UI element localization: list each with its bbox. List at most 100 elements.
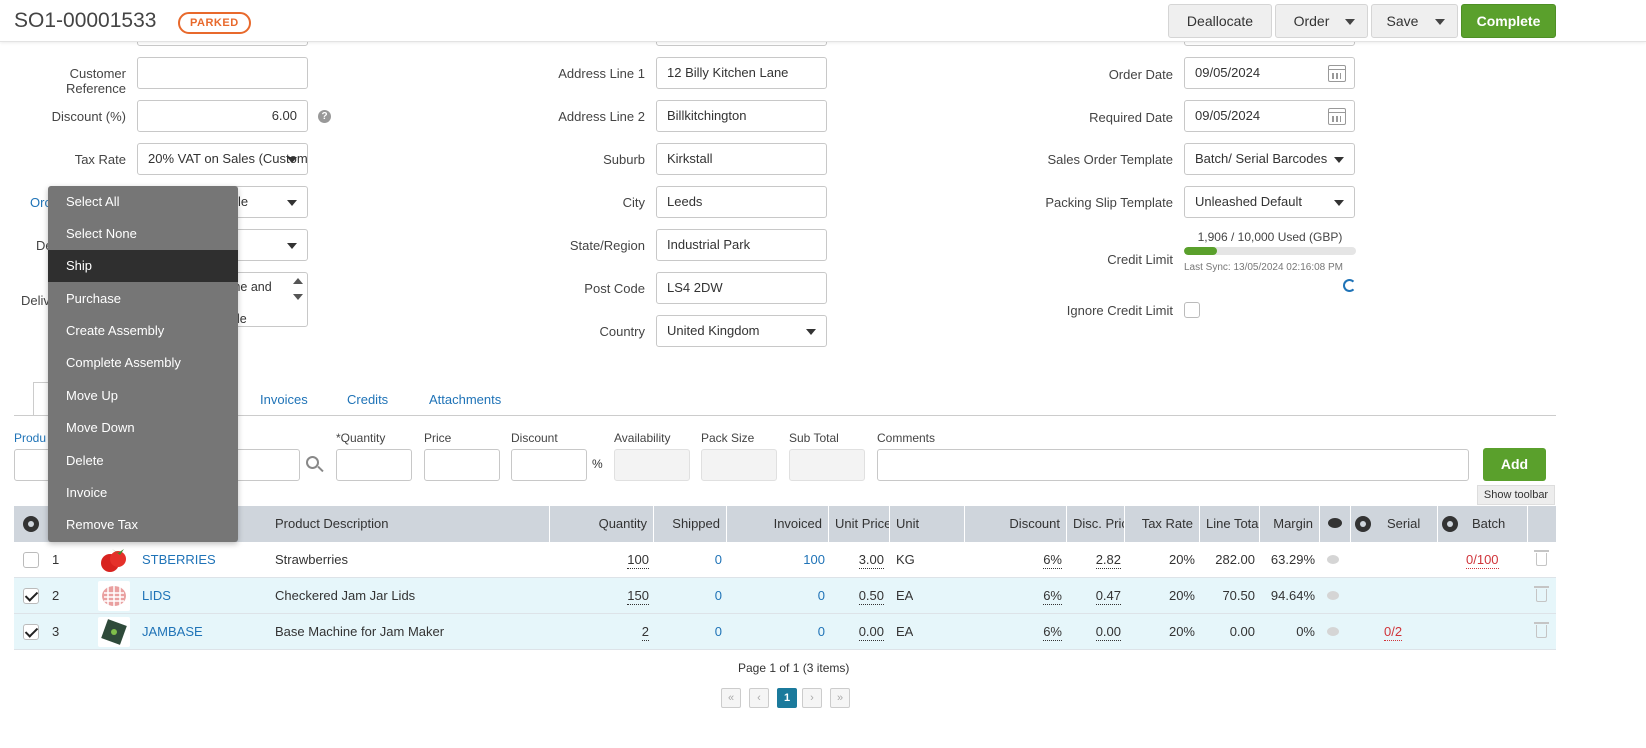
- trash-icon[interactable]: [1534, 586, 1549, 602]
- customer-reference-input[interactable]: [137, 57, 308, 89]
- disc-price-value[interactable]: 0.47: [1067, 578, 1121, 614]
- product-label[interactable]: Produ: [14, 431, 46, 445]
- comments-input[interactable]: [877, 449, 1469, 481]
- col-unit-price[interactable]: Unit Price: [829, 506, 890, 542]
- post-code-input[interactable]: LS4 2DW: [656, 272, 827, 304]
- trash-icon[interactable]: [1534, 622, 1549, 638]
- col-disc-price[interactable]: Disc. Price: [1067, 506, 1125, 542]
- quantity-input[interactable]: [336, 449, 412, 481]
- invoiced-value[interactable]: 0: [727, 578, 825, 614]
- product-code-link[interactable]: STBERRIES: [142, 542, 216, 578]
- table-row[interactable]: 2 LIDS Checkered Jam Jar Lids 150 0 0 0.…: [14, 578, 1556, 614]
- col-line-total[interactable]: Line Total: [1200, 506, 1260, 542]
- pager-last-button[interactable]: »: [830, 688, 850, 708]
- state-region-input[interactable]: Industrial Park: [656, 229, 827, 261]
- menu-item-select-none[interactable]: Select None: [48, 218, 238, 250]
- comment-icon[interactable]: [1327, 591, 1339, 600]
- price-input[interactable]: [424, 449, 500, 481]
- menu-item-delete[interactable]: Delete: [48, 445, 238, 477]
- col-margin[interactable]: Margin: [1260, 506, 1320, 542]
- batch-value[interactable]: 0/100: [1466, 542, 1499, 578]
- col-batch[interactable]: Batch: [1438, 506, 1528, 542]
- calendar-icon[interactable]: [1328, 65, 1346, 82]
- save-button[interactable]: Save: [1371, 4, 1458, 38]
- scroll-up-icon[interactable]: [293, 278, 303, 284]
- unit-price-value[interactable]: 0.50: [829, 578, 884, 614]
- sales-order-template-select[interactable]: Batch/ Serial Barcodes: [1184, 143, 1355, 175]
- city-input[interactable]: Leeds: [656, 186, 827, 218]
- active-tab-edge[interactable]: [33, 382, 49, 416]
- trash-icon[interactable]: [1534, 550, 1549, 566]
- comment-icon[interactable]: [1327, 627, 1339, 636]
- menu-item-create-assembly[interactable]: Create Assembly: [48, 315, 238, 347]
- col-quantity[interactable]: Quantity: [550, 506, 654, 542]
- order-date-input[interactable]: 09/05/2024: [1184, 57, 1355, 89]
- disc-price-value[interactable]: 2.82: [1067, 542, 1121, 578]
- pager-current-page[interactable]: 1: [777, 688, 797, 708]
- discount-line-input[interactable]: [511, 449, 587, 481]
- country-select[interactable]: United Kingdom: [656, 315, 827, 347]
- product-code-link[interactable]: JAMBASE: [142, 614, 203, 650]
- quantity-value[interactable]: 100: [550, 542, 649, 578]
- address-line-2-input[interactable]: Billkitchington: [656, 100, 827, 132]
- suburb-input[interactable]: Kirkstall: [656, 143, 827, 175]
- col-tax-rate[interactable]: Tax Rate: [1125, 506, 1200, 542]
- help-icon[interactable]: ?: [318, 110, 331, 123]
- order-button[interactable]: Order: [1275, 4, 1368, 38]
- col-invoiced[interactable]: Invoiced: [727, 506, 829, 542]
- quantity-value[interactable]: 150: [550, 578, 649, 614]
- col-description[interactable]: Product Description: [269, 506, 550, 542]
- menu-item-move-down[interactable]: Move Down: [48, 412, 238, 444]
- col-serial[interactable]: Serial: [1351, 506, 1438, 542]
- tab-credits[interactable]: Credits: [347, 392, 388, 407]
- product-code-link[interactable]: LIDS: [142, 578, 171, 614]
- menu-item-ship[interactable]: Ship: [48, 250, 238, 282]
- row-checkbox[interactable]: [23, 588, 39, 604]
- disc-price-value[interactable]: 0.00: [1067, 614, 1121, 650]
- required-date-input[interactable]: 09/05/2024: [1184, 100, 1355, 132]
- quantity-value[interactable]: 2: [550, 614, 649, 650]
- row-checkbox[interactable]: [23, 552, 39, 568]
- discount-input[interactable]: 6.00: [137, 100, 308, 132]
- deallocate-button[interactable]: Deallocate: [1168, 4, 1272, 38]
- unit-price-value[interactable]: 0.00: [829, 614, 884, 650]
- serial-value[interactable]: 0/2: [1384, 614, 1403, 650]
- menu-item-complete-assembly[interactable]: Complete Assembly: [48, 347, 238, 379]
- col-shipped[interactable]: Shipped: [654, 506, 727, 542]
- pager-prev-button[interactable]: ‹: [749, 688, 769, 708]
- menu-item-remove-tax[interactable]: Remove Tax: [48, 509, 238, 541]
- shipped-value[interactable]: 0: [654, 614, 722, 650]
- pager-first-button[interactable]: «: [721, 688, 741, 708]
- tab-invoices[interactable]: Invoices: [260, 392, 308, 407]
- show-toolbar-button[interactable]: Show toolbar: [1477, 485, 1555, 505]
- packing-slip-template-select[interactable]: Unleashed Default: [1184, 186, 1355, 218]
- ignore-credit-limit-checkbox[interactable]: [1184, 302, 1200, 318]
- tax-rate-select[interactable]: 20% VAT on Sales (Customer): [137, 143, 308, 175]
- menu-item-move-up[interactable]: Move Up: [48, 380, 238, 412]
- col-unit[interactable]: Unit: [890, 506, 965, 542]
- shipped-value[interactable]: 0: [654, 542, 722, 578]
- gear-icon[interactable]: [1355, 516, 1371, 532]
- table-row[interactable]: 1 STBERRIES Strawberries 100 0 100 3.00 …: [14, 542, 1556, 578]
- menu-item-purchase[interactable]: Purchase: [48, 283, 238, 315]
- invoiced-value[interactable]: 0: [727, 614, 825, 650]
- unit-price-value[interactable]: 3.00: [829, 542, 884, 578]
- calendar-icon[interactable]: [1328, 108, 1346, 125]
- menu-item-invoice[interactable]: Invoice: [48, 477, 238, 509]
- comment-icon[interactable]: [1327, 555, 1339, 564]
- refresh-icon[interactable]: [1343, 279, 1356, 292]
- discount-value[interactable]: 6%: [965, 614, 1062, 650]
- complete-button[interactable]: Complete: [1461, 4, 1556, 38]
- address-line-1-input[interactable]: 12 Billy Kitchen Lane: [656, 57, 827, 89]
- discount-value[interactable]: 6%: [965, 578, 1062, 614]
- row-checkbox[interactable]: [23, 624, 39, 640]
- gear-icon[interactable]: [1442, 516, 1458, 532]
- add-line-button[interactable]: Add: [1483, 448, 1546, 481]
- shipped-value[interactable]: 0: [654, 578, 722, 614]
- scroll-down-icon[interactable]: [293, 294, 303, 300]
- table-row[interactable]: 3 JAMBASE Base Machine for Jam Maker 2 0…: [14, 614, 1556, 650]
- col-discount[interactable]: Discount: [965, 506, 1067, 542]
- menu-item-select-all[interactable]: Select All: [48, 186, 238, 218]
- tab-attachments[interactable]: Attachments: [429, 392, 501, 407]
- discount-value[interactable]: 6%: [965, 542, 1062, 578]
